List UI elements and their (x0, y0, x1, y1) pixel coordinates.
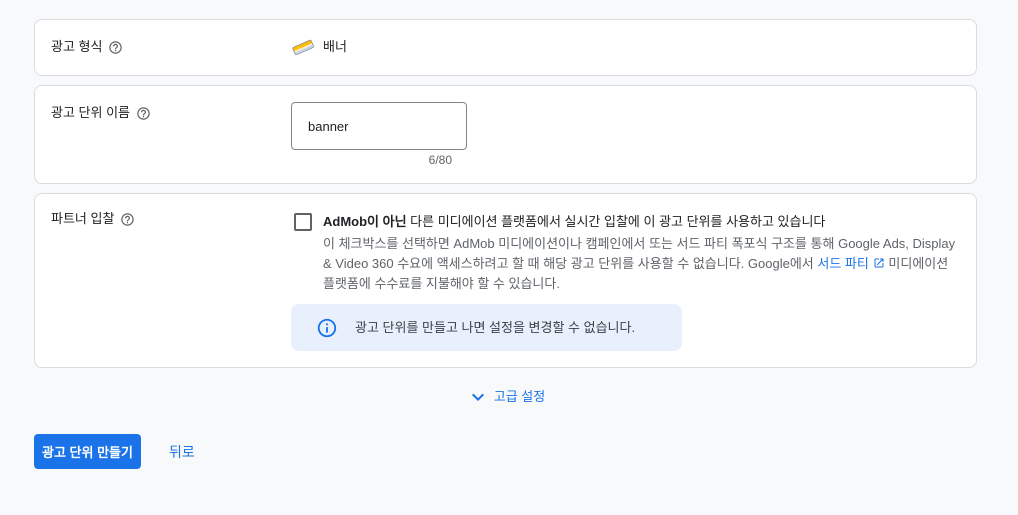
advanced-settings-row: 고급 설정 (34, 385, 977, 409)
banner-icon (290, 38, 316, 56)
ad-unit-name-label-row: 광고 단위 이름 (51, 103, 151, 123)
help-icon[interactable] (108, 40, 123, 55)
partner-bidding-description: 이 체크박스를 선택하면 AdMob 미디에이션이나 캠페인에서 또는 서드 파… (323, 234, 960, 294)
ad-format-value: 배너 (290, 37, 347, 57)
ad-unit-name-input[interactable] (291, 102, 467, 150)
info-message: 광고 단위를 만들고 나면 설정을 변경할 수 없습니다. (355, 319, 636, 335)
partner-bidding-card: 파트너 입찰 AdMob이 아닌 다른 미디에이션 플랫폼에서 실시간 입찰에 … (34, 193, 977, 368)
advanced-settings-label: 고급 설정 (493, 389, 546, 404)
form-actions: 광고 단위 만들기 뒤로 (34, 434, 195, 469)
partner-bidding-label: 파트너 입찰 (51, 211, 115, 226)
advanced-settings-toggle[interactable]: 고급 설정 (466, 385, 545, 409)
info-icon (316, 317, 338, 339)
ad-format-value-text: 배너 (323, 39, 347, 54)
help-icon[interactable] (136, 106, 151, 121)
third-party-link-text: 서드 파티 (817, 256, 869, 271)
ad-unit-name-label: 광고 단위 이름 (51, 105, 130, 120)
checkbox-label-rest: 다른 미디에이션 플랫폼에서 실시간 입찰에 이 광고 단위를 사용하고 있습니… (406, 214, 826, 229)
partner-bidding-checkbox-label[interactable]: AdMob이 아닌 다른 미디에이션 플랫폼에서 실시간 입찰에 이 광고 단위… (323, 212, 825, 232)
ad-format-label-row: 광고 형식 (51, 37, 123, 57)
info-notice: 광고 단위를 만들고 나면 설정을 변경할 수 없습니다. (291, 304, 682, 351)
ad-format-label: 광고 형식 (51, 39, 103, 54)
chevron-down-icon (466, 385, 490, 409)
partner-bidding-checkbox[interactable] (294, 213, 312, 231)
help-icon[interactable] (120, 212, 135, 227)
character-counter: 6/80 (428, 153, 452, 167)
back-button[interactable]: 뒤로 (169, 442, 195, 462)
create-ad-unit-button[interactable]: 광고 단위 만들기 (34, 434, 141, 469)
checkbox-label-bold: AdMob이 아닌 (323, 214, 407, 229)
partner-bidding-label-row: 파트너 입찰 (51, 209, 135, 229)
third-party-link[interactable]: 서드 파티 (817, 256, 884, 271)
ad-unit-name-card: 광고 단위 이름 6/80 (34, 85, 977, 184)
open-in-new-icon (873, 257, 885, 269)
ad-format-card: 광고 형식 배너 (34, 19, 977, 76)
